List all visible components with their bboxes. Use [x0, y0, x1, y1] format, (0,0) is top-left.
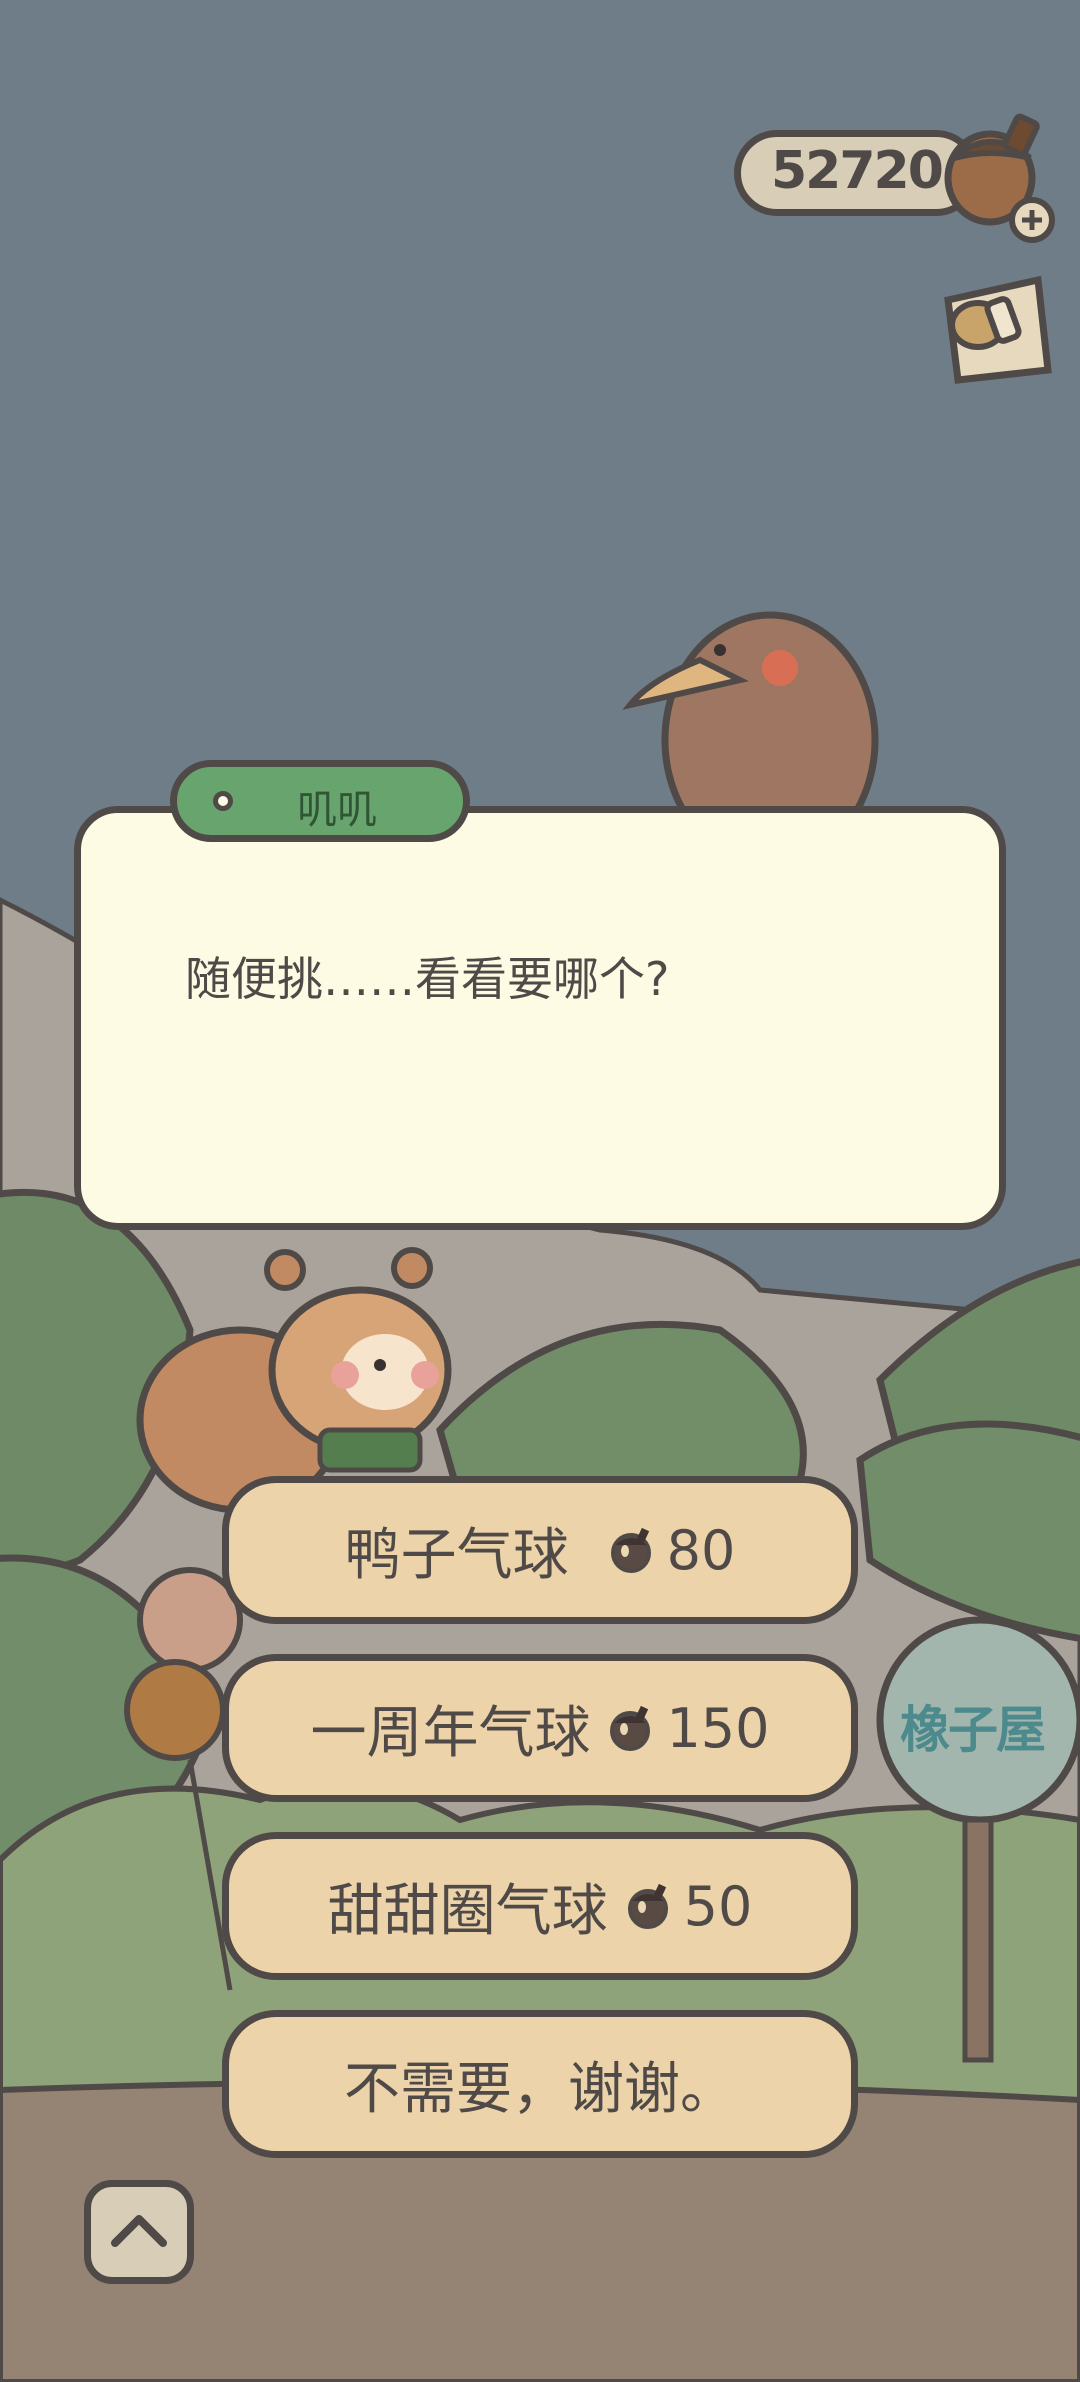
speaker-dot-icon [213, 791, 233, 811]
speaker-tag: 叽叽 [170, 760, 470, 842]
choice-price: 80 [666, 1518, 736, 1582]
choice-duck-balloon[interactable]: 鸭子气球 80 [222, 1476, 858, 1624]
acorn-icon [610, 1705, 651, 1751]
choice-price: 150 [666, 1696, 770, 1760]
choice-price: 50 [683, 1874, 753, 1938]
game-scene: 52720 随便挑……看看要哪个? 叽叽 橡子屋 鸭子气球 80 一周年气球 1… [0, 0, 1080, 2382]
choice-label: 鸭子气球 [344, 1522, 569, 1588]
acorn-icon [610, 1527, 651, 1573]
bag-icon[interactable] [928, 270, 1058, 390]
add-acorns-icon[interactable] [940, 108, 1060, 248]
choice-label: 甜甜圈气球 [327, 1878, 608, 1944]
choice-label: 一周年气球 [310, 1700, 591, 1766]
choice-donut-balloon[interactable]: 甜甜圈气球 50 [222, 1832, 858, 1980]
choice-decline[interactable]: 不需要，谢谢。 [222, 2010, 858, 2158]
choice-anniversary-balloon[interactable]: 一周年气球 150 [222, 1654, 858, 1802]
dialog-box: 随便挑……看看要哪个? [74, 806, 1006, 1230]
expand-menu-button[interactable] [84, 2180, 194, 2284]
chevron-up-icon [111, 2215, 167, 2247]
acorn-count: 52720 [771, 141, 944, 201]
dialog-text: 随便挑……看看要哪个? [185, 952, 670, 1006]
acorn-icon [627, 1883, 668, 1929]
speaker-name: 叽叽 [297, 787, 377, 833]
choice-label: 不需要，谢谢。 [344, 2056, 736, 2122]
bus-stop-sign: 橡子屋 [900, 1701, 1046, 1759]
